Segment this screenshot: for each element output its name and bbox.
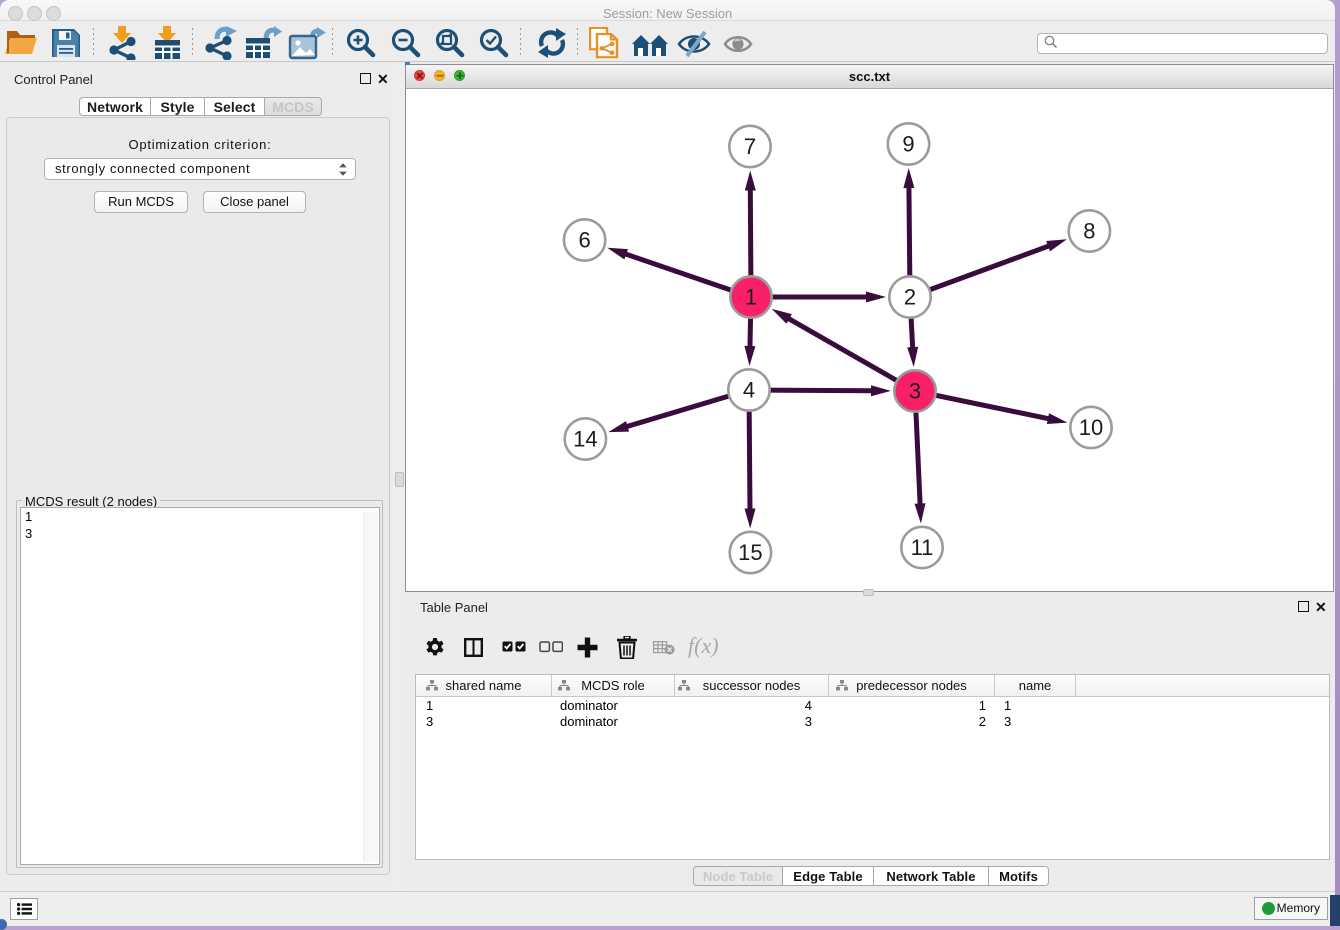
svg-text:2: 2: [904, 285, 916, 310]
svg-text:8: 8: [1083, 219, 1095, 244]
svg-text:14: 14: [573, 427, 597, 452]
svg-text:6: 6: [578, 228, 590, 253]
svg-text:10: 10: [1079, 415, 1103, 440]
svg-text:11: 11: [911, 535, 934, 560]
svg-text:15: 15: [738, 540, 762, 565]
svg-text:4: 4: [743, 378, 755, 403]
svg-text:9: 9: [902, 132, 914, 157]
svg-text:1: 1: [745, 285, 757, 310]
svg-text:3: 3: [909, 379, 921, 404]
svg-text:7: 7: [744, 134, 756, 159]
